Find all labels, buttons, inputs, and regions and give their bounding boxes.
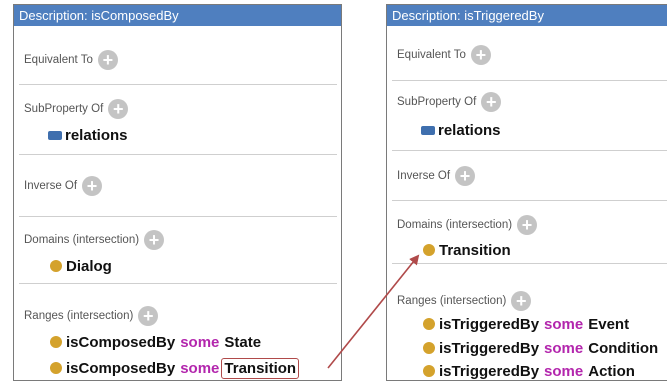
domain-item[interactable]: Transition bbox=[423, 239, 511, 261]
add-subproperty-button[interactable]: + bbox=[108, 99, 129, 119]
range-property: isTriggeredBy bbox=[439, 315, 540, 333]
class-icon bbox=[423, 318, 435, 330]
range-item[interactable]: isComposedBy some State bbox=[50, 331, 261, 353]
range-property: isComposedBy bbox=[66, 359, 176, 377]
add-subproperty-button[interactable]: + bbox=[481, 92, 502, 112]
section-label: Inverse Of bbox=[24, 180, 78, 192]
range-target: Event bbox=[588, 315, 630, 333]
section-label: Domains (intersection) bbox=[397, 219, 513, 231]
class-icon bbox=[423, 365, 435, 377]
add-domain-button[interactable]: + bbox=[144, 230, 165, 250]
panel-header: Description: isComposedBy bbox=[14, 5, 341, 26]
section-label: SubProperty Of bbox=[24, 103, 104, 115]
range-keyword: some bbox=[544, 315, 584, 333]
section-subproperty-of: SubProperty Of + relations bbox=[392, 81, 667, 151]
description-panel-iscomposedby: Description: isComposedBy Equivalent To … bbox=[13, 4, 342, 381]
range-property: isTriggeredBy bbox=[439, 362, 540, 380]
class-icon bbox=[423, 244, 435, 256]
description-panel-istriggeredby: Description: isTriggeredBy Equivalent To… bbox=[386, 4, 667, 381]
domain-item[interactable]: Dialog bbox=[50, 255, 112, 277]
section-equivalent-to: Equivalent To + bbox=[392, 26, 667, 81]
add-range-button[interactable]: + bbox=[138, 306, 159, 326]
range-item[interactable]: isTriggeredBy some Condition bbox=[423, 337, 658, 359]
range-item[interactable]: isTriggeredBy some Event bbox=[423, 313, 629, 335]
subproperty-item[interactable]: relations bbox=[421, 119, 501, 141]
range-keyword: some bbox=[180, 333, 220, 351]
section-label: Ranges (intersection) bbox=[24, 310, 134, 322]
section-label: Equivalent To bbox=[24, 54, 93, 66]
add-equivalent-to-button[interactable]: + bbox=[470, 45, 491, 65]
section-domains: Domains (intersection) + Transition bbox=[392, 201, 667, 264]
entry-label: Transition bbox=[439, 241, 511, 259]
class-icon bbox=[50, 362, 62, 374]
section-label: Inverse Of bbox=[397, 170, 451, 182]
range-item[interactable]: isTriggeredBy some Action bbox=[423, 360, 635, 380]
class-icon bbox=[50, 260, 62, 272]
section-label: SubProperty Of bbox=[397, 96, 477, 108]
add-inverse-button[interactable]: + bbox=[455, 166, 476, 186]
class-icon bbox=[50, 336, 62, 348]
panel-header: Description: isTriggeredBy bbox=[387, 5, 667, 26]
range-property: isTriggeredBy bbox=[439, 339, 540, 357]
range-target: Condition bbox=[588, 339, 659, 357]
section-inverse-of: Inverse Of + bbox=[392, 151, 667, 201]
entry-label: Dialog bbox=[66, 257, 112, 275]
section-label: Equivalent To bbox=[397, 49, 466, 61]
add-inverse-button[interactable]: + bbox=[82, 176, 103, 196]
entry-label: relations bbox=[65, 126, 128, 144]
range-target: Action bbox=[588, 362, 635, 380]
section-ranges: Ranges (intersection) + isComposedBy som… bbox=[19, 284, 337, 380]
object-property-icon bbox=[48, 130, 62, 140]
range-keyword: some bbox=[180, 359, 220, 377]
range-item[interactable]: isComposedBy some Transition bbox=[50, 357, 300, 379]
add-domain-button[interactable]: + bbox=[517, 215, 538, 235]
section-subproperty-of: SubProperty Of + relations bbox=[19, 85, 337, 155]
add-equivalent-to-button[interactable]: + bbox=[97, 50, 118, 70]
range-target-highlighted: Transition bbox=[221, 357, 300, 379]
add-range-button[interactable]: + bbox=[511, 291, 532, 311]
object-property-icon bbox=[421, 125, 435, 135]
subproperty-item[interactable]: relations bbox=[48, 124, 128, 146]
section-label: Domains (intersection) bbox=[24, 234, 140, 246]
range-property: isComposedBy bbox=[66, 333, 176, 351]
section-domains: Domains (intersection) + Dialog bbox=[19, 217, 337, 284]
section-inverse-of: Inverse Of + bbox=[19, 155, 337, 217]
section-equivalent-to: Equivalent To + bbox=[19, 26, 337, 85]
range-keyword: some bbox=[544, 362, 584, 380]
section-ranges: Ranges (intersection) + isTriggeredBy so… bbox=[392, 264, 667, 380]
range-target: State bbox=[224, 333, 262, 351]
section-label: Ranges (intersection) bbox=[397, 295, 507, 307]
entry-label: relations bbox=[438, 121, 501, 139]
range-keyword: some bbox=[544, 339, 584, 357]
class-icon bbox=[423, 342, 435, 354]
